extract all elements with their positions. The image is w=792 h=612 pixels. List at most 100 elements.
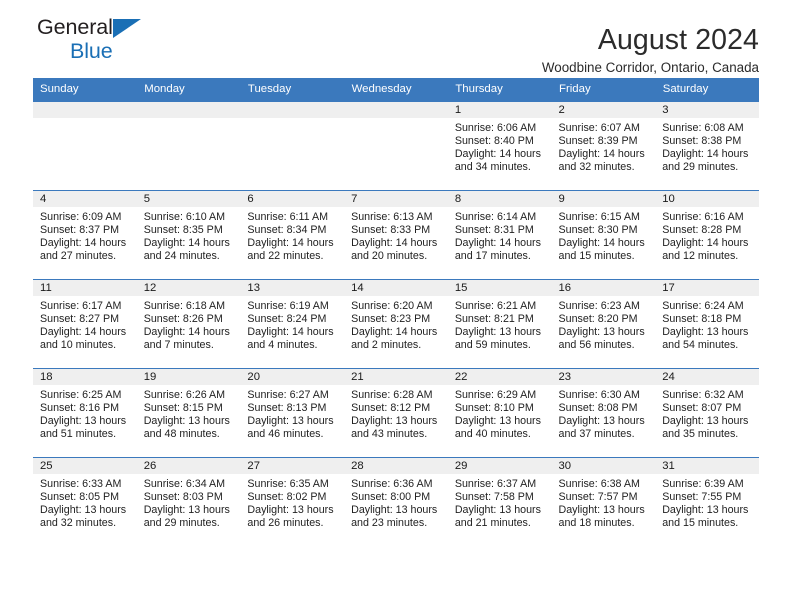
daylight-text-line1: Daylight: 14 hours: [454, 147, 541, 160]
sunset-text: Sunset: 8:28 PM: [662, 223, 742, 236]
day-number: 18: [33, 369, 137, 385]
calendar-day-cell[interactable]: 19 Sunrise: 6:26 AM Sunset: 8:15 PM Dayligh…: [136, 368, 241, 458]
daylight-text-line2: and 43 minutes.: [351, 427, 428, 440]
daylight-text-line1: Daylight: 13 hours: [454, 414, 541, 427]
day-details: Sunrise: 6:21 AM Sunset: 8:21 PM Daylight:…: [448, 296, 552, 352]
calendar-day-cell[interactable]: 2 Sunrise: 6:07 AM Sunset: 8:39 PM Daylight…: [551, 101, 656, 191]
day-details: Sunrise: 6:14 AM Sunset: 8:31 PM Daylight:…: [448, 207, 552, 263]
sunset-text: Sunset: 8:37 PM: [40, 223, 120, 236]
sunset-text: Sunset: 8:39 PM: [558, 134, 638, 147]
daylight-text-line2: and 20 minutes.: [351, 249, 428, 262]
sunset-text: Sunset: 8:18 PM: [662, 312, 742, 325]
calendar-day-cell[interactable]: 7 Sunrise: 6:13 AM Sunset: 8:33 PM Daylight…: [344, 190, 448, 280]
day-details: Sunrise: 6:29 AM Sunset: 8:10 PM Daylight:…: [448, 385, 552, 441]
daylight-text-line2: and 29 minutes.: [662, 160, 739, 173]
day-details: Sunrise: 6:23 AM Sunset: 8:20 PM Daylight:…: [552, 296, 656, 352]
sunset-text: Sunset: 8:30 PM: [558, 223, 638, 236]
day-number: 11: [33, 280, 137, 296]
calendar-day-cell[interactable]: 27 Sunrise: 6:35 AM Sunset: 8:02 PM Dayligh…: [240, 457, 345, 547]
calendar-body: 1 Sunrise: 6:06 AM Sunset: 8:40 PM Daylight…: [33, 101, 759, 547]
sunrise-text: Sunrise: 6:30 AM: [558, 389, 640, 401]
sunset-text: Sunset: 8:16 PM: [40, 401, 120, 414]
calendar-day-cell[interactable]: 31 Sunrise: 6:39 AM Sunset: 7:55 PM Dayligh…: [655, 457, 759, 547]
calendar-day-cell[interactable]: 25 Sunrise: 6:33 AM Sunset: 8:05 PM Dayligh…: [33, 457, 137, 547]
calendar-day-cell[interactable]: 15 Sunrise: 6:21 AM Sunset: 8:21 PM Dayligh…: [447, 279, 552, 369]
weekday-header-wednesday: Wednesday: [344, 78, 449, 102]
day-details: Sunrise: 6:39 AM Sunset: 7:55 PM Daylight:…: [655, 474, 759, 530]
calendar-day-cell[interactable]: 24 Sunrise: 6:32 AM Sunset: 8:07 PM Dayligh…: [655, 368, 759, 458]
sunrise-text: Sunrise: 6:11 AM: [247, 211, 328, 223]
calendar-day-cell[interactable]: 16 Sunrise: 6:23 AM Sunset: 8:20 PM Dayligh…: [551, 279, 656, 369]
calendar-day-cell[interactable]: 14 Sunrise: 6:20 AM Sunset: 8:23 PM Dayligh…: [344, 279, 448, 369]
sunset-text: Sunset: 8:34 PM: [247, 223, 327, 236]
calendar-day-cell[interactable]: 30 Sunrise: 6:38 AM Sunset: 7:57 PM Dayligh…: [551, 457, 656, 547]
day-details: Sunrise: 6:27 AM Sunset: 8:13 PM Daylight:…: [240, 385, 344, 441]
calendar-day-cell[interactable]: 18 Sunrise: 6:25 AM Sunset: 8:16 PM Dayligh…: [33, 368, 137, 458]
day-number: 4: [33, 191, 137, 207]
calendar-day-cell[interactable]: 12 Sunrise: 6:18 AM Sunset: 8:26 PM Dayligh…: [136, 279, 241, 369]
daylight-text-line2: and 4 minutes.: [247, 338, 318, 351]
calendar-day-cell[interactable]: 11 Sunrise: 6:17 AM Sunset: 8:27 PM Dayligh…: [33, 279, 137, 369]
calendar-week-row: 4 Sunrise: 6:09 AM Sunset: 8:37 PM Daylight…: [33, 190, 759, 280]
daylight-text-line1: Daylight: 13 hours: [662, 503, 749, 516]
calendar-day-cell[interactable]: 29 Sunrise: 6:37 AM Sunset: 7:58 PM Dayligh…: [447, 457, 552, 547]
weekday-header-sunday: Sunday: [33, 78, 138, 102]
day-number: 20: [240, 369, 345, 385]
weekday-header-monday: Monday: [136, 78, 241, 102]
calendar-day-cell[interactable]: 22 Sunrise: 6:29 AM Sunset: 8:10 PM Dayligh…: [447, 368, 552, 458]
calendar-day-cell[interactable]: 6 Sunrise: 6:11 AM Sunset: 8:34 PM Daylight…: [240, 190, 345, 280]
day-details: Sunrise: 6:28 AM Sunset: 8:12 PM Daylight:…: [344, 385, 448, 441]
daylight-text-line1: Daylight: 14 hours: [40, 325, 127, 338]
calendar-day-cell[interactable]: 20 Sunrise: 6:27 AM Sunset: 8:13 PM Dayligh…: [240, 368, 345, 458]
daylight-text-line1: Daylight: 13 hours: [247, 414, 334, 427]
day-details: Sunrise: 6:10 AM Sunset: 8:35 PM Daylight:…: [137, 207, 241, 263]
sunrise-text: Sunrise: 6:32 AM: [662, 389, 744, 401]
daylight-text-line1: Daylight: 13 hours: [558, 503, 645, 516]
day-number: 7: [344, 191, 448, 207]
calendar-day-cell[interactable]: 17 Sunrise: 6:24 AM Sunset: 8:18 PM Dayligh…: [655, 279, 759, 369]
day-number: [240, 102, 345, 118]
calendar-day-cell[interactable]: 4 Sunrise: 6:09 AM Sunset: 8:37 PM Daylight…: [33, 190, 137, 280]
day-number: 12: [136, 280, 241, 296]
sunrise-text: Sunrise: 6:36 AM: [351, 478, 433, 490]
daylight-text-line2: and 35 minutes.: [662, 427, 739, 440]
day-details: Sunrise: 6:24 AM Sunset: 8:18 PM Daylight:…: [655, 296, 759, 352]
calendar-day-cell[interactable]: 8 Sunrise: 6:14 AM Sunset: 8:31 PM Daylight…: [447, 190, 552, 280]
daylight-text-line1: Daylight: 13 hours: [662, 414, 749, 427]
calendar-day-cell[interactable]: 5 Sunrise: 6:10 AM Sunset: 8:35 PM Daylight…: [136, 190, 241, 280]
sunset-text: Sunset: 8:24 PM: [247, 312, 327, 325]
sunset-text: Sunset: 8:13 PM: [247, 401, 327, 414]
sunset-text: Sunset: 8:38 PM: [662, 134, 742, 147]
sunrise-text: Sunrise: 6:38 AM: [558, 478, 640, 490]
calendar-day-cell[interactable]: 28 Sunrise: 6:36 AM Sunset: 8:00 PM Dayligh…: [344, 457, 448, 547]
day-details: Sunrise: 6:13 AM Sunset: 8:33 PM Daylight:…: [344, 207, 448, 263]
day-details: Sunrise: 6:37 AM Sunset: 7:58 PM Daylight:…: [448, 474, 552, 530]
sunset-text: Sunset: 8:05 PM: [40, 490, 120, 503]
day-details: Sunrise: 6:06 AM Sunset: 8:40 PM Daylight:…: [448, 118, 552, 174]
day-number: 10: [655, 191, 759, 207]
daylight-text-line1: Daylight: 14 hours: [143, 236, 230, 249]
sunset-text: Sunset: 8:35 PM: [143, 223, 223, 236]
calendar-week-row: 1 Sunrise: 6:06 AM Sunset: 8:40 PM Daylight…: [33, 101, 759, 191]
day-details: Sunrise: 6:33 AM Sunset: 8:05 PM Daylight:…: [33, 474, 137, 530]
day-details: Sunrise: 6:36 AM Sunset: 8:00 PM Daylight:…: [344, 474, 448, 530]
calendar-day-cell[interactable]: 21 Sunrise: 6:28 AM Sunset: 8:12 PM Dayligh…: [344, 368, 448, 458]
day-number: 3: [655, 102, 759, 118]
daylight-text-line1: Daylight: 14 hours: [247, 325, 334, 338]
calendar-day-cell[interactable]: 13 Sunrise: 6:19 AM Sunset: 8:24 PM Dayligh…: [240, 279, 345, 369]
calendar-day-cell[interactable]: 26 Sunrise: 6:34 AM Sunset: 8:03 PM Dayligh…: [136, 457, 241, 547]
daylight-text-line1: Daylight: 14 hours: [351, 325, 438, 338]
day-number: 8: [447, 191, 552, 207]
calendar-day-cell[interactable]: 10 Sunrise: 6:16 AM Sunset: 8:28 PM Dayligh…: [655, 190, 759, 280]
calendar-day-cell[interactable]: 1 Sunrise: 6:06 AM Sunset: 8:40 PM Daylight…: [447, 101, 552, 191]
day-number: 25: [33, 458, 137, 474]
calendar-day-cell[interactable]: 3 Sunrise: 6:08 AM Sunset: 8:38 PM Daylight…: [655, 101, 759, 191]
day-number: 19: [136, 369, 241, 385]
day-details: Sunrise: 6:18 AM Sunset: 8:26 PM Daylight:…: [137, 296, 241, 352]
calendar-day-cell[interactable]: 9 Sunrise: 6:15 AM Sunset: 8:30 PM Daylight…: [551, 190, 656, 280]
sunset-text: Sunset: 7:58 PM: [454, 490, 534, 503]
day-details: Sunrise: 6:15 AM Sunset: 8:30 PM Daylight:…: [552, 207, 656, 263]
day-details: Sunrise: 6:07 AM Sunset: 8:39 PM Daylight:…: [552, 118, 656, 174]
calendar-day-cell[interactable]: 23 Sunrise: 6:30 AM Sunset: 8:08 PM Dayligh…: [551, 368, 656, 458]
sunrise-text: Sunrise: 6:28 AM: [351, 389, 433, 401]
